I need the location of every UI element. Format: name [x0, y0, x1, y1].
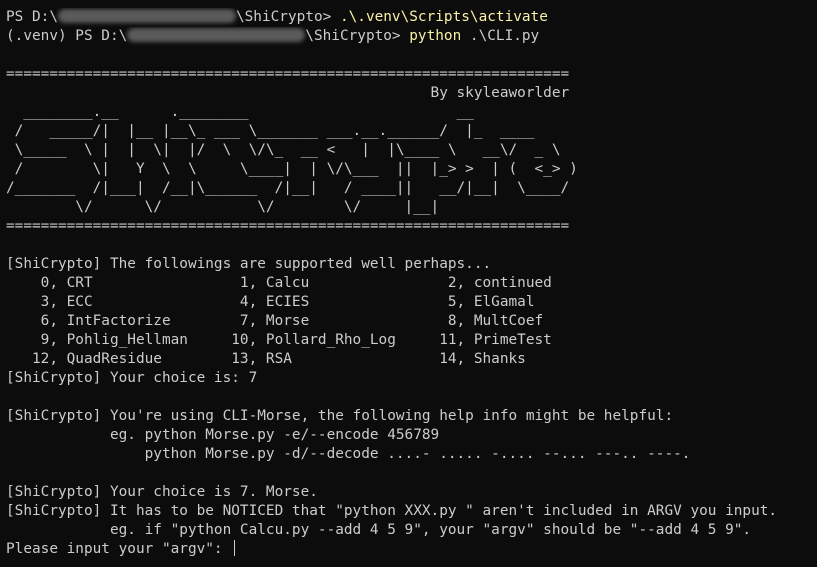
input-line[interactable]: Please input your "argv": — [6, 540, 817, 559]
redacted-path — [127, 28, 306, 42]
byline: By skyleaworlder — [6, 85, 570, 101]
module-row: 3, ECC 4, ECIES 5, ElGamal — [6, 294, 535, 310]
activate-command: .\.venv\Scripts\activate — [339, 9, 548, 25]
separator-bottom: ========================================… — [6, 218, 570, 234]
python-command: python — [409, 28, 462, 44]
terminal-output[interactable]: PS D:\ \ShiCrypto> .\.venv\Scripts\activa… — [6, 8, 817, 559]
banner-line-2: / _____/| |__ |__\_ ___ \_______ ___.__.… — [6, 123, 561, 139]
module-row: 12, QuadResidue 13, RSA 14, Shanks — [6, 351, 526, 367]
command-args: .\CLI.py — [461, 28, 540, 44]
prompt-line-activate: PS D:\ \ShiCrypto> .\.venv\Scripts\activa… — [6, 8, 817, 27]
prompt-prefix: PS D:\ — [6, 9, 58, 25]
module-row: 9, Pohlig_Hellman 10, Pollard_Rho_Log 11… — [6, 332, 552, 348]
confirm-line: [ShiCrypto] Your choice is 7. Morse. — [6, 484, 318, 500]
banner-line-5: /_______ /|___| /__|\______ /|__| / ____… — [6, 180, 587, 196]
prompt-suffix: \ShiCrypto> — [305, 28, 410, 44]
input-prompt: Please input your "argv": — [6, 541, 232, 557]
help-example-decode: python Morse.py -d/--decode ....- ..... … — [6, 446, 691, 462]
banner-line-4: / \| Y \ \ \____| | \/\___ || |_> > | ( … — [6, 161, 587, 177]
help-example-encode: eg. python Morse.py -e/--encode 456789 — [6, 427, 440, 443]
choice-line: [ShiCrypto] Your choice is: 7 — [6, 370, 258, 386]
prompt-prefix: (.venv) PS D:\ — [6, 28, 128, 44]
separator-top: ========================================… — [6, 66, 570, 82]
redacted-path — [57, 9, 236, 23]
banner-line-3: \_____ \ | | \| |/ \ \/\_ __ < | |\____ … — [6, 142, 578, 158]
prompt-line-run-cli: (.venv) PS D:\ \ShiCrypto> python .\CLI.p… — [6, 27, 817, 46]
notice-example-line: eg. if "python Calcu.py --add 4 5 9", yo… — [6, 522, 752, 538]
module-row: 0, CRT 1, Calcu 2, continued — [6, 275, 552, 291]
banner-line-1: ________.__ .________ __ — [6, 104, 570, 120]
prompt-suffix: \ShiCrypto> — [235, 9, 340, 25]
supported-header: [ShiCrypto] The followings are supported… — [6, 256, 492, 272]
text-cursor[interactable] — [234, 540, 236, 556]
notice-line: [ShiCrypto] It has to be NOTICED that "p… — [6, 503, 778, 519]
help-intro: [ShiCrypto] You're using CLI-Morse, the … — [6, 408, 674, 424]
module-row: 6, IntFactorize 7, Morse 8, MultCoef — [6, 313, 544, 329]
banner-line-6: \/ \/ \/ \/ |__| — [6, 199, 587, 215]
